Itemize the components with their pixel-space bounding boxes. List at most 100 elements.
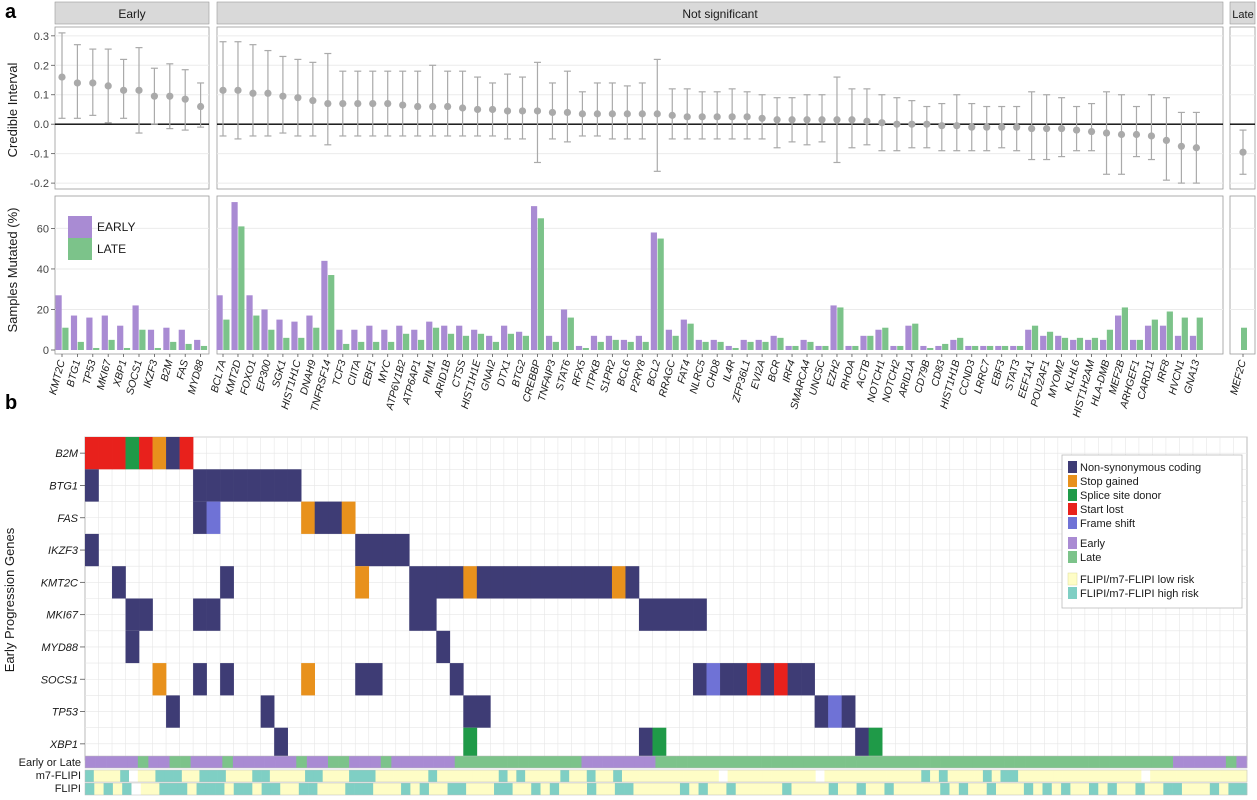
legend-swatch-stop (1068, 475, 1077, 487)
annot-cell-flipi (252, 783, 262, 795)
annot-cell-early-late (729, 756, 741, 768)
annot-cell-flipi (1023, 783, 1034, 795)
annot-cell-flipi (856, 783, 867, 795)
annot-cell-flipi (373, 783, 383, 795)
annot-cell-m7flipi (313, 770, 323, 782)
bar-late-IL4R (732, 347, 739, 350)
bar-late-LRRC7 (987, 345, 994, 350)
mutation-cell-KMT2C (598, 566, 613, 599)
bar-early-CARD11 (1144, 325, 1152, 350)
ci-point-P2RY8 (638, 110, 646, 118)
annot-cell-m7flipi (912, 770, 922, 782)
mutation-cell-SOCS1 (301, 663, 315, 696)
ci-point-STAT3 (1013, 123, 1021, 131)
annot-cell-flipi (717, 783, 727, 795)
bar-late-STAT3 (1016, 345, 1024, 350)
bar-late-POU2AF1 (1046, 331, 1054, 350)
annot-cell-early-late (528, 756, 540, 768)
oncoprint-gene-label-FAS: FAS (57, 513, 78, 525)
annot-cell-flipi (596, 783, 606, 795)
annot-cell-early-late (1183, 756, 1195, 768)
annot-cell-early-late (412, 756, 424, 768)
ci-point-BCR (773, 116, 781, 124)
annot-cell-flipi (837, 783, 848, 795)
annot-cell-early-late (623, 756, 635, 768)
ci-ytick-label: 0.3 (34, 31, 49, 43)
ci-point-EP300 (264, 89, 272, 97)
ci-point-CD79B (923, 120, 931, 128)
bar-early-GNA13 (1189, 335, 1197, 350)
annot-cell-early-late (95, 756, 107, 768)
mutation-cell-MKI67 (193, 598, 207, 631)
annot-cell-early-late (708, 756, 720, 768)
mutation-cell-KMT2C (584, 566, 599, 599)
annot-cell-flipi (531, 783, 541, 795)
annot-cell-m7flipi (102, 770, 112, 782)
annot-cell-early-late (1162, 756, 1174, 768)
bar-early-RHOA (845, 345, 852, 350)
bar-late-PIM1 (432, 327, 440, 350)
ci-point-DTX1 (503, 107, 512, 115)
annot-cell-m7flipi (155, 770, 165, 782)
ci-point-ATP6AP1 (414, 102, 422, 111)
annot-cell-flipi (986, 783, 997, 795)
annot-cell-early-late (718, 756, 730, 768)
bar-ytick-label: 60 (37, 223, 49, 235)
mutation-cell-KMT2C (422, 566, 437, 599)
annot-cell-m7flipi (357, 770, 367, 782)
mutation-cell-KMT2C (557, 566, 572, 599)
annot-cell-flipi (614, 783, 625, 795)
bar-early-MYC (381, 329, 388, 350)
legend-label-lowrisk: FLIPI/m7-FLIPI low risk (1080, 574, 1195, 586)
mutation-cell-B2M (139, 437, 153, 470)
mutation-cell-SOCS1 (747, 663, 761, 696)
annot-cell-early-late (380, 756, 392, 768)
annot-cell-flipi (1088, 783, 1099, 795)
annot-cell-flipi (1014, 783, 1025, 795)
bar-early-HIST1H1C (291, 321, 298, 350)
mutation-cell-B2M (125, 437, 140, 470)
bar-late-FAT4 (687, 323, 694, 350)
legend-label-early: EARLY (97, 220, 135, 234)
bar-late-KMT2C (62, 327, 69, 350)
annot-cell-m7flipi (630, 770, 640, 782)
annot-cell-m7flipi (1114, 770, 1125, 782)
annot-cell-m7flipi (437, 770, 447, 782)
bar-early-HLA-DMB (1100, 339, 1107, 350)
annot-cell-early-late (433, 756, 445, 768)
annot-cell-m7flipi (498, 770, 508, 782)
annot-cell-early-late (296, 756, 308, 768)
annot-cell-flipi (363, 783, 374, 795)
bar-late-ACTB (867, 335, 874, 350)
bar-early-MYOM2 (1055, 335, 1062, 350)
annot-cell-early-late (1173, 756, 1184, 768)
annot-cell-early-late (423, 756, 434, 768)
gene-label-B2M: B2M (159, 358, 176, 382)
bar-early-EBF1 (366, 325, 373, 350)
legend-swatch-noncoding (1068, 461, 1077, 473)
legend-label-timing-early: Early (1080, 538, 1106, 550)
annot-cell-early-late (201, 756, 213, 768)
annot-cell-flipi (196, 783, 207, 795)
bar-late-EZH2 (837, 307, 844, 350)
ci-point-ZFP36L1 (743, 113, 751, 121)
annot-cell-flipi (1209, 783, 1220, 795)
mutation-cell-TP53 (841, 695, 856, 728)
annot-cell-early-late (285, 756, 297, 768)
ci-point-EBF3 (998, 123, 1006, 131)
bar-early-ITPKB (590, 335, 598, 350)
ci-point-IRF4 (788, 116, 796, 124)
oncoprint-gene-label-SOCS1: SOCS1 (41, 674, 78, 686)
annot-cell-m7flipi (921, 770, 931, 782)
annot-cell-early-late (370, 756, 382, 768)
annot-cell-m7flipi (657, 770, 667, 782)
annot-cell-flipi (996, 783, 1006, 795)
bar-early-POU2AF1 (1040, 335, 1047, 350)
gene-label-KMT2C: KMT2C (47, 358, 68, 396)
ci-point-CCND3 (968, 123, 976, 131)
annot-cell-flipi (382, 783, 393, 795)
annot-cell-early-late (454, 756, 466, 768)
bar-early-IRF8 (1159, 325, 1167, 350)
annot-cell-m7flipi (692, 770, 702, 782)
bar-early-LRRC7 (980, 345, 987, 350)
